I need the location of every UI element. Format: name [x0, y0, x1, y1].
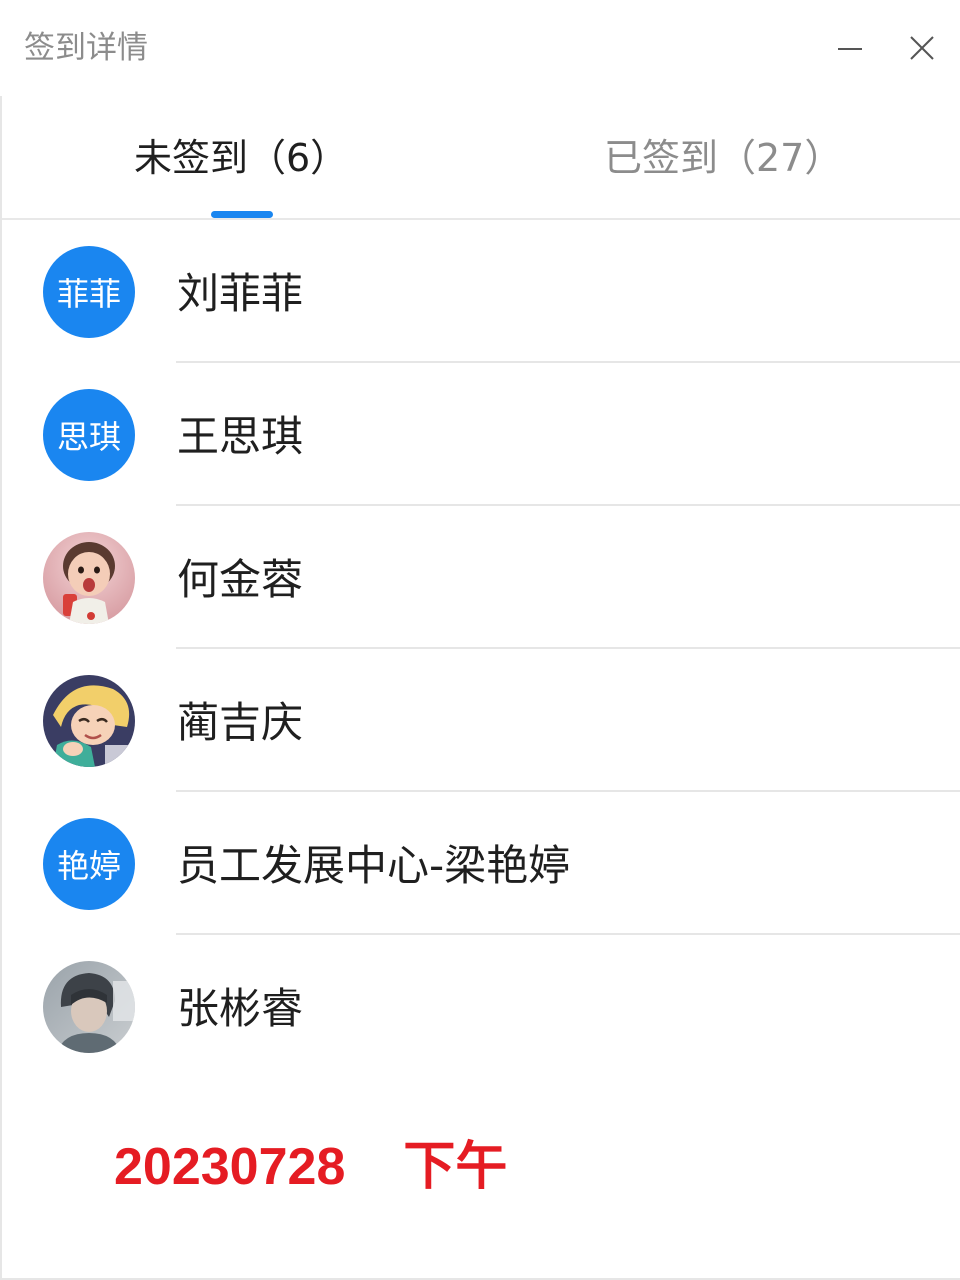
member-name: 刘菲菲 — [177, 269, 304, 318]
minimize-icon — [838, 48, 862, 50]
close-icon — [910, 36, 934, 60]
tab-signed[interactable]: 已签到（27） — [604, 134, 842, 182]
date-annotation: 20230728 下午 — [114, 1124, 507, 1199]
window-title: 签到详情 — [24, 30, 148, 66]
list-item[interactable]: 何金蓉 — [2, 506, 960, 649]
avatar — [43, 532, 135, 624]
avatar: 艳婷 — [43, 818, 135, 910]
list-item[interactable]: 思琪 王思琪 — [2, 363, 960, 506]
list-item[interactable]: 蔺吉庆 — [2, 649, 960, 792]
status-tabs: 未签到（6） 已签到（27） — [2, 96, 960, 220]
person-photo-avatar — [43, 961, 135, 1053]
member-name: 张彬睿 — [177, 984, 304, 1033]
tab-unsigned[interactable]: 未签到（6） — [134, 134, 348, 182]
avatar: 思琪 — [43, 389, 135, 481]
member-name: 蔺吉庆 — [177, 698, 304, 747]
list-item[interactable]: 艳婷 员工发展中心-梁艳婷 — [2, 792, 960, 935]
cartoon-avatar — [43, 675, 135, 767]
member-name: 何金蓉 — [177, 555, 304, 604]
child-photo-avatar — [43, 532, 135, 624]
avatar: 菲菲 — [43, 246, 135, 338]
avatar — [43, 675, 135, 767]
annotation-date: 20230728 — [114, 1138, 346, 1196]
close-button[interactable] — [898, 24, 946, 72]
minimize-button[interactable] — [826, 24, 874, 72]
member-list: 菲菲 刘菲菲 思琪 王思琪 何金蓉 蔺吉庆 艳婷 员工发展中心-梁艳婷 张彬睿 — [2, 220, 960, 1078]
avatar — [43, 961, 135, 1053]
list-item[interactable]: 张彬睿 — [2, 935, 960, 1078]
member-name: 员工发展中心-梁艳婷 — [177, 841, 571, 890]
member-name: 王思琪 — [177, 412, 304, 461]
list-item[interactable]: 菲菲 刘菲菲 — [2, 220, 960, 363]
sign-in-details-window: 签到详情 未签到（6） 已签到（27） 菲菲 刘菲菲 思琪 王思琪 何金蓉 蔺吉… — [0, 0, 960, 1280]
active-tab-indicator — [211, 211, 273, 218]
title-bar: 签到详情 — [0, 0, 960, 96]
annotation-period: 下午 — [403, 1138, 508, 1196]
